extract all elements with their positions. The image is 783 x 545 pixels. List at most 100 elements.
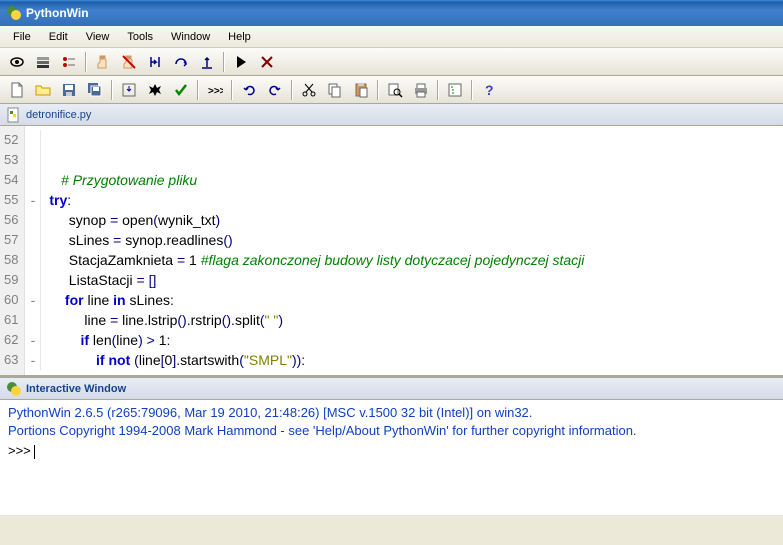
code-line[interactable]: synop = open(wynik_txt) (25, 210, 783, 230)
prompt-icon: >>> (207, 82, 223, 98)
new-button[interactable] (5, 78, 29, 102)
code-line[interactable]: StacjaZamknieta = 1 #flaga zakonczonej b… (25, 250, 783, 270)
toolbar-separator (223, 52, 225, 72)
close-x-icon (259, 54, 275, 70)
copy-icon (327, 82, 343, 98)
code-line[interactable]: - if len(line) > 1: (25, 330, 783, 350)
toolbar-separator (85, 52, 87, 72)
fold-marker (25, 270, 41, 290)
line-number: 61 (4, 310, 18, 330)
check-button[interactable] (169, 78, 193, 102)
line-number: 62 (4, 330, 18, 350)
code-line[interactable] (25, 150, 783, 170)
code-line[interactable]: - try: (25, 190, 783, 210)
stack-button[interactable] (31, 50, 55, 74)
fold-marker (25, 170, 41, 190)
breakpoints-button[interactable] (57, 50, 81, 74)
step-over-button[interactable] (169, 50, 193, 74)
find-button[interactable] (383, 78, 407, 102)
line-number: 54 (4, 170, 18, 190)
menu-help[interactable]: Help (219, 29, 260, 45)
help-icon: ? (481, 82, 497, 98)
menu-file[interactable]: File (4, 29, 40, 45)
hand-x-icon (121, 54, 137, 70)
open-button[interactable] (31, 78, 55, 102)
find-icon (387, 82, 403, 98)
fold-marker[interactable]: - (25, 350, 41, 370)
code-line[interactable]: line = line.lstrip().rstrip().split(" ") (25, 310, 783, 330)
python-app-icon (6, 5, 22, 21)
window-titlebar: PythonWin (0, 0, 783, 26)
interactive-button[interactable]: >>> (203, 78, 227, 102)
menu-edit[interactable]: Edit (40, 29, 77, 45)
print-icon (413, 82, 429, 98)
toolbar-separator (111, 80, 113, 100)
document-filename: detronifice.py (26, 109, 91, 121)
paste-button[interactable] (349, 78, 373, 102)
run-button[interactable] (143, 78, 167, 102)
interactive-header[interactable]: Interactive Window (0, 378, 783, 400)
code-line[interactable]: sLines = synop.readlines() (25, 230, 783, 250)
code-line[interactable]: # Przygotowanie pliku (25, 170, 783, 190)
menu-view[interactable]: View (77, 29, 119, 45)
close-debug-button[interactable] (255, 50, 279, 74)
step-icon (147, 54, 163, 70)
interactive-prompt[interactable]: >>> (8, 440, 775, 463)
code-content[interactable]: # Przygotowanie pliku- try: synop = open… (25, 126, 783, 375)
python-file-icon (6, 107, 22, 123)
code-line[interactable]: - for line in sLines: (25, 290, 783, 310)
toggle-breakpoint-button[interactable] (91, 50, 115, 74)
redo-icon (267, 82, 283, 98)
fold-marker[interactable]: - (25, 190, 41, 210)
version-line: PythonWin 2.6.5 (r265:79096, Mar 19 2010… (8, 404, 775, 422)
fold-marker (25, 210, 41, 230)
line-number: 55 (4, 190, 18, 210)
print-button[interactable] (409, 78, 433, 102)
line-number: 56 (4, 210, 18, 230)
import-button[interactable] (117, 78, 141, 102)
save-all-button[interactable] (83, 78, 107, 102)
interactive-body[interactable]: PythonWin 2.6.5 (r265:79096, Mar 19 2010… (0, 400, 783, 515)
watch-button[interactable] (5, 50, 29, 74)
paste-icon (353, 82, 369, 98)
svg-text:?: ? (485, 82, 494, 98)
text-cursor (34, 445, 35, 459)
step-out-icon (199, 54, 215, 70)
open-folder-icon (35, 82, 51, 98)
menu-window[interactable]: Window (162, 29, 219, 45)
undo-icon (241, 82, 257, 98)
fold-marker (25, 230, 41, 250)
browser-button[interactable] (443, 78, 467, 102)
step-button[interactable] (143, 50, 167, 74)
code-editor[interactable]: 525354555657585960616263 # Przygotowanie… (0, 126, 783, 375)
toolbar-separator (231, 80, 233, 100)
copy-button[interactable] (323, 78, 347, 102)
redo-button[interactable] (263, 78, 287, 102)
step-out-button[interactable] (195, 50, 219, 74)
go-button[interactable] (229, 50, 253, 74)
code-line[interactable]: ListaStacji = [] (25, 270, 783, 290)
svg-text:>>>: >>> (208, 86, 223, 97)
save-button[interactable] (57, 78, 81, 102)
document-header[interactable]: detronifice.py (0, 104, 783, 126)
menu-tools[interactable]: Tools (118, 29, 162, 45)
help-button[interactable]: ? (477, 78, 501, 102)
document-window: detronifice.py 525354555657585960616263 … (0, 104, 783, 375)
hand-icon (95, 54, 111, 70)
undo-button[interactable] (237, 78, 261, 102)
cut-button[interactable] (297, 78, 321, 102)
fold-marker[interactable]: - (25, 330, 41, 350)
run-icon (147, 82, 163, 98)
save-icon (61, 82, 77, 98)
line-number: 57 (4, 230, 18, 250)
code-line[interactable] (25, 130, 783, 150)
standard-toolbar: >>> ? (0, 76, 783, 104)
clear-breakpoints-button[interactable] (117, 50, 141, 74)
fold-marker (25, 130, 41, 150)
fold-marker[interactable]: - (25, 290, 41, 310)
line-number: 59 (4, 270, 18, 290)
fold-marker (25, 310, 41, 330)
fold-marker (25, 150, 41, 170)
code-line[interactable]: - if not (line[0].startswith("SMPL")): (25, 350, 783, 370)
browser-icon (447, 82, 463, 98)
